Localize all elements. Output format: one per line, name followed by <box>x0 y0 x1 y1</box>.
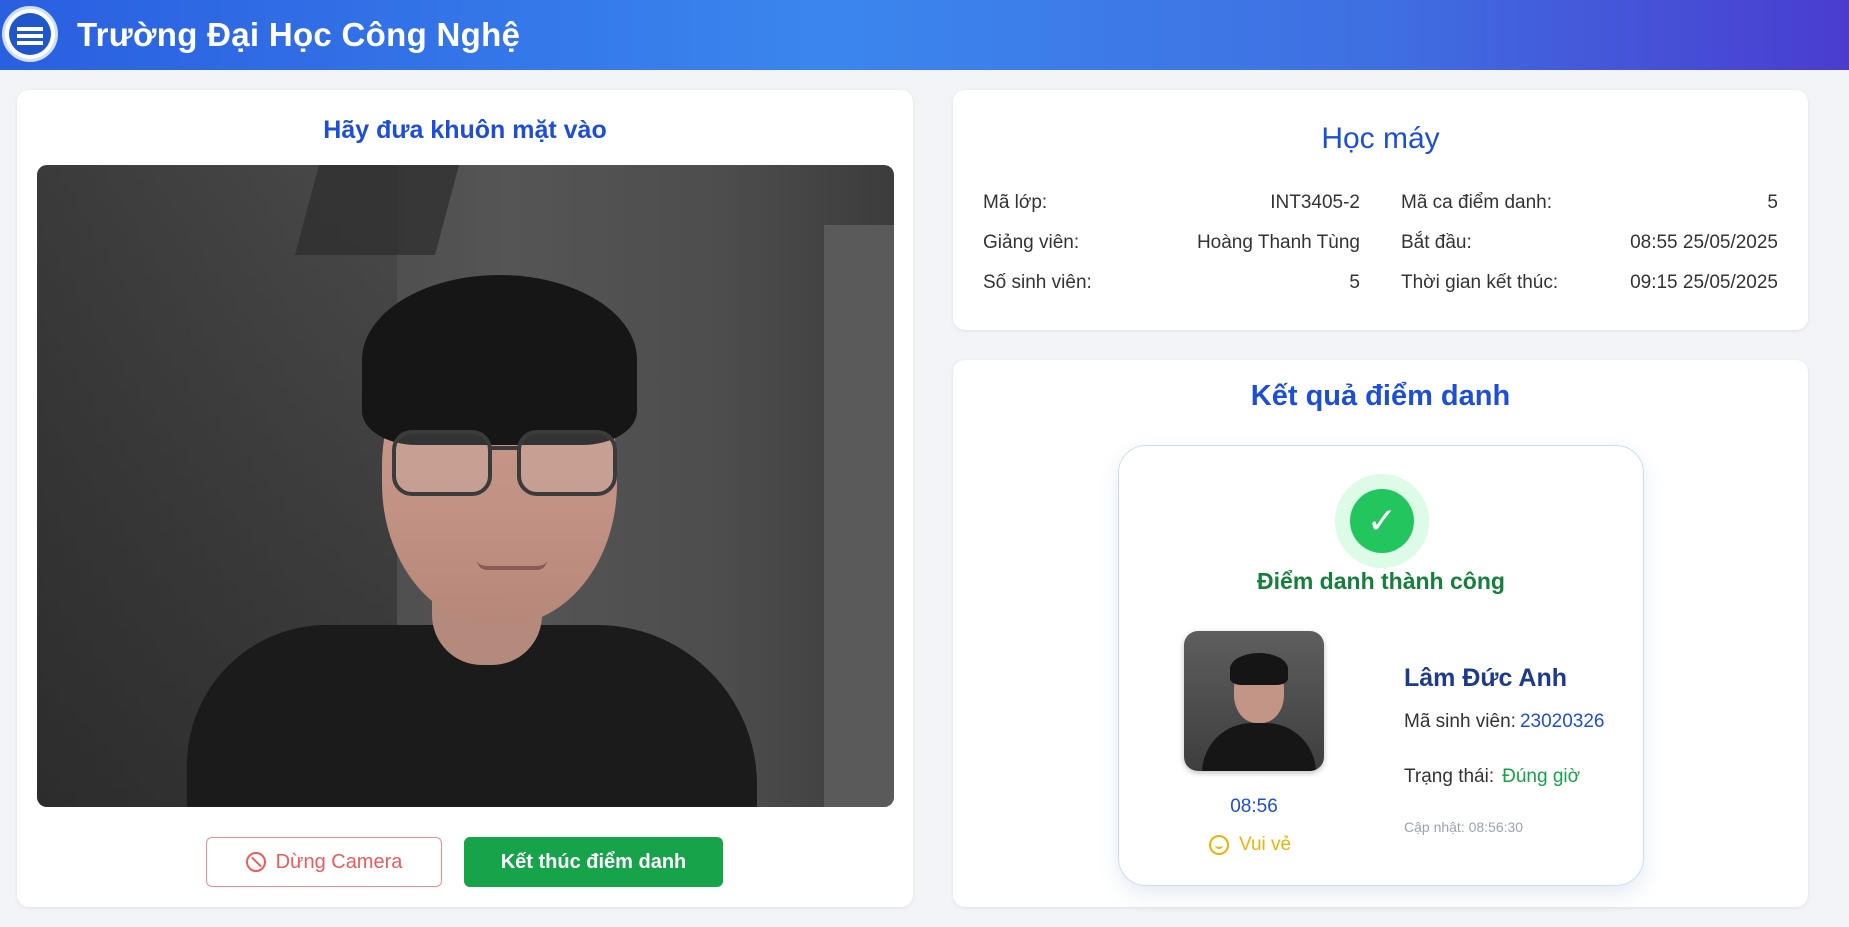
teacher-label: Giảng viên: <box>983 232 1080 253</box>
university-logo-icon <box>2 6 58 62</box>
success-badge: ✓ <box>1335 474 1429 568</box>
camera-feed <box>37 165 894 807</box>
session-label: Mã ca điểm danh: <box>1401 192 1553 213</box>
student-name: Lâm Đức Anh <box>1404 664 1568 692</box>
start-value: 08:55 25/05/2025 <box>1630 232 1778 253</box>
student-id-label: Mã sinh viên: <box>1404 711 1516 732</box>
student-id-value: 23020326 <box>1519 711 1605 732</box>
session-value: 5 <box>1767 192 1778 213</box>
app-title: Trường Đại Học Công Nghệ <box>77 16 521 53</box>
start-label: Bắt đầu: <box>1401 232 1472 253</box>
student-count-label: Số sinh viên: <box>983 272 1092 293</box>
smile-icon <box>1209 835 1229 855</box>
course-title: Học máy <box>1321 122 1440 155</box>
class-info-panel: Học máy Mã lớp: INT3405-2 Mã ca điểm dan… <box>953 90 1808 330</box>
end-time-value: 09:15 25/05/2025 <box>1630 272 1778 293</box>
student-count-value: 5 <box>1349 272 1360 293</box>
check-icon: ✓ <box>1350 489 1414 553</box>
result-panel: Kết quả điểm danh ✓ Điểm danh thành công… <box>953 360 1808 907</box>
updated-timestamp: Cập nhật: 08:56:30 <box>1404 819 1524 835</box>
student-avatar <box>1184 631 1324 771</box>
result-title: Kết quả điểm danh <box>1250 380 1511 412</box>
class-info-grid: Mã lớp: INT3405-2 Mã ca điểm danh: 5 Giả… <box>983 192 1778 312</box>
mood-indicator: Vui vẻ <box>1209 834 1291 856</box>
status-label: Trạng thái: <box>1404 766 1495 787</box>
student-id-row: Mã sinh viên: 23020326 <box>1404 711 1605 733</box>
end-attendance-label: Kết thúc điểm danh <box>500 850 687 873</box>
class-code-value: INT3405-2 <box>1270 192 1360 213</box>
class-code-label: Mã lớp: <box>983 192 1048 213</box>
status-value: Đúng giờ <box>1502 766 1581 787</box>
end-time-label: Thời gian kết thúc: <box>1401 272 1559 293</box>
end-attendance-button[interactable]: Kết thúc điểm danh <box>464 837 723 887</box>
checkin-time: 08:56 <box>1230 796 1278 817</box>
ban-icon <box>245 852 266 872</box>
success-text: Điểm danh thành công <box>1257 568 1505 594</box>
app-header: Trường Đại Học Công Nghệ <box>0 0 1849 70</box>
stop-camera-button[interactable]: Dừng Camera <box>206 837 442 887</box>
status-row: Trạng thái: Đúng giờ <box>1404 766 1580 788</box>
stop-camera-label: Dừng Camera <box>275 850 403 873</box>
teacher-value: Hoàng Thanh Tùng <box>1196 232 1360 253</box>
mood-label: Vui vẻ <box>1239 834 1292 855</box>
camera-panel: Hãy đưa khuôn mặt vào Dừng Camera Kết th… <box>17 90 913 907</box>
result-card: ✓ Điểm danh thành công 08:56 Vui vẻ Lâm … <box>1118 445 1644 886</box>
camera-instruction: Hãy đưa khuôn mặt vào <box>323 116 607 144</box>
